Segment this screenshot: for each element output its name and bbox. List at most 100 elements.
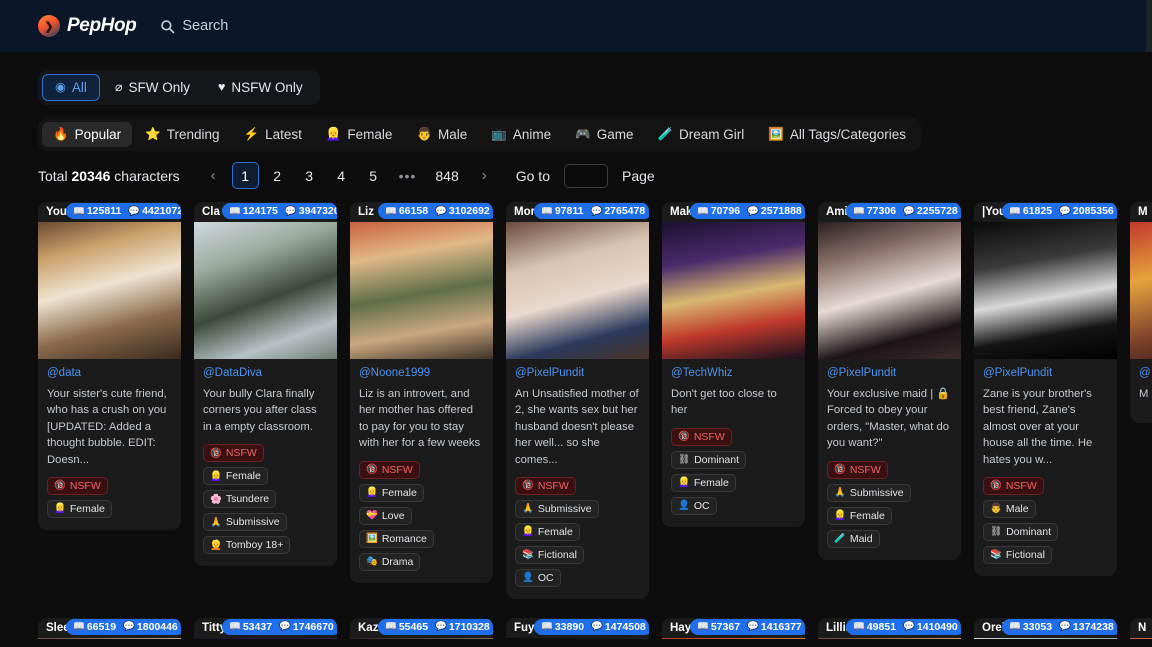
category-tab-anime[interactable]: 📺 Anime xyxy=(480,122,562,147)
character-avatar[interactable] xyxy=(1130,222,1152,359)
chats-icon: 💬 xyxy=(903,205,915,217)
character-card[interactable]: Cla 📖 124175 💬 3947320 @DataDiva Your bully Cl… xyxy=(194,202,337,567)
safety-filter-all[interactable]: ◉ All xyxy=(42,74,100,101)
views-icon: 📖 xyxy=(853,205,865,217)
character-avatar[interactable] xyxy=(506,637,649,639)
character-card[interactable]: N xyxy=(1130,617,1152,639)
character-card[interactable]: Orel 📖 33053 💬 1374238 xyxy=(974,617,1117,639)
tag-nsfw[interactable]: 🔞 NSFW xyxy=(671,427,732,446)
tag-female[interactable]: 👱‍♀️ Female xyxy=(359,483,424,502)
anime-icon: 📺 xyxy=(491,127,507,142)
creator-handle[interactable]: @DataDiva xyxy=(203,367,328,379)
views-count: 70796 xyxy=(710,205,741,217)
all-tags-icon: 🖼️ xyxy=(768,127,784,142)
tag-female[interactable]: 👱‍♀️ Female xyxy=(515,522,580,541)
creator-handle[interactable]: @Noone1999 xyxy=(359,367,484,379)
character-card[interactable]: Lillia 📖 49851 💬 1410490 xyxy=(818,617,961,639)
tag-nsfw[interactable]: 🔞 NSFW xyxy=(47,476,108,495)
character-card[interactable]: Kazu 📖 55465 💬 1710328 xyxy=(350,617,493,639)
category-tab-all-tags-categories[interactable]: 🖼️ All Tags/Categories xyxy=(757,122,917,147)
character-avatar[interactable] xyxy=(194,637,337,639)
page-button-4[interactable]: 4 xyxy=(328,162,355,189)
tag-label: NSFW xyxy=(225,447,257,460)
character-card[interactable]: You 📖 125811 💬 4421072 @data Your sister's cut… xyxy=(38,202,181,530)
character-avatar[interactable] xyxy=(350,637,493,639)
prev-page-button[interactable]: ‹ xyxy=(200,162,227,189)
creator-handle[interactable]: @PixelPundit xyxy=(983,367,1108,379)
character-card[interactable]: Liz 📖 66158 💬 3102692 @Noone1999 Liz is an int… xyxy=(350,202,493,583)
search-button[interactable]: Search xyxy=(160,18,228,34)
tag-female[interactable]: 👱‍♀️ Female xyxy=(47,499,112,518)
next-page-button[interactable]: › xyxy=(471,162,498,189)
creator-handle[interactable]: @data xyxy=(47,367,172,379)
tag-oc[interactable]: 👤 OC xyxy=(671,496,717,515)
tag-submissive[interactable]: 🙏 Submissive xyxy=(827,483,911,502)
tag-oc[interactable]: 👤 OC xyxy=(515,568,561,587)
character-avatar[interactable] xyxy=(974,222,1117,359)
page-button-2[interactable]: 2 xyxy=(264,162,291,189)
character-name: Liz xyxy=(358,206,374,218)
creator-handle[interactable]: @PixelPundit xyxy=(827,367,952,379)
tag-dominant[interactable]: ⛓ Dominant xyxy=(671,450,747,469)
character-avatar[interactable] xyxy=(38,222,181,359)
page-button-5[interactable]: 5 xyxy=(360,162,387,189)
character-avatar[interactable] xyxy=(350,222,493,359)
character-card[interactable]: Mori 📖 97811 💬 2765478 @PixelPundit An Unsatis… xyxy=(506,202,649,599)
character-card[interactable]: |You 📖 61825 💬 2085356 @PixelPundit Zane is yo… xyxy=(974,202,1117,576)
character-avatar[interactable] xyxy=(506,222,649,359)
character-avatar[interactable] xyxy=(974,637,1117,639)
creator-handle[interactable]: @ xyxy=(1139,367,1152,379)
tag-nsfw[interactable]: 🔞 NSFW xyxy=(827,460,888,479)
character-card[interactable]: M @ M b t i c xyxy=(1130,202,1152,424)
character-avatar[interactable] xyxy=(1130,637,1152,639)
tag-nsfw[interactable]: 🔞 NSFW xyxy=(983,476,1044,495)
page-button-1[interactable]: 1 xyxy=(231,162,259,189)
category-tab-male[interactable]: 👨 Male xyxy=(405,122,478,147)
character-avatar[interactable] xyxy=(38,637,181,639)
character-avatar[interactable] xyxy=(662,637,805,639)
tag-nsfw[interactable]: 🔞 NSFW xyxy=(203,444,264,463)
character-card[interactable]: Fuyu 📖 33890 💬 1474508 xyxy=(506,617,649,639)
page-scrollbar[interactable] xyxy=(1146,0,1152,52)
tag-nsfw[interactable]: 🔞 NSFW xyxy=(359,460,420,479)
tag-drama[interactable]: 🎭 Drama xyxy=(359,552,421,571)
character-card[interactable]: Titty 📖 53437 💬 1746670 xyxy=(194,617,337,639)
goto-page-input[interactable] xyxy=(563,163,608,188)
tag-female[interactable]: 👱‍♀️ Female xyxy=(671,473,736,492)
character-card[interactable]: Ami 📖 77306 💬 2255728 @PixelPundit Your exclus… xyxy=(818,202,961,560)
tag-fictional[interactable]: 📚 Fictional xyxy=(515,545,584,564)
brand-logo-group[interactable]: ❯ PepHop xyxy=(38,15,137,37)
tag-dominant[interactable]: ⛓ Dominant xyxy=(983,522,1059,541)
creator-handle[interactable]: @TechWhiz xyxy=(671,367,796,379)
character-avatar[interactable] xyxy=(194,222,337,359)
last-page-button[interactable]: 848 xyxy=(428,162,465,189)
tag-fictional[interactable]: 📚 Fictional xyxy=(983,545,1052,564)
character-avatar[interactable] xyxy=(662,222,805,359)
category-tab-trending[interactable]: ⭐ Trending xyxy=(134,122,230,147)
tag-submissive[interactable]: 🙏 Submissive xyxy=(203,513,287,532)
character-avatar[interactable] xyxy=(818,637,961,639)
category-tab-popular[interactable]: 🔥 Popular xyxy=(42,122,133,147)
tag-love[interactable]: 💝 Love xyxy=(359,506,412,525)
tag-submissive[interactable]: 🙏 Submissive xyxy=(515,499,599,518)
tag-tsundere[interactable]: 🌸 Tsundere xyxy=(203,490,277,509)
tag-tomboy-18-[interactable]: 👱 Tomboy 18+ xyxy=(203,536,291,555)
category-tab-dream-girl[interactable]: 🧪 Dream Girl xyxy=(646,122,755,147)
character-avatar[interactable] xyxy=(818,222,961,359)
tag-nsfw[interactable]: 🔞 NSFW xyxy=(515,476,576,495)
safety-filter-nsfw-only[interactable]: ♥ NSFW Only xyxy=(205,74,316,101)
category-tab-latest[interactable]: ⚡ Latest xyxy=(232,122,312,147)
tag-female[interactable]: 👱‍♀️ Female xyxy=(827,506,892,525)
tag-male[interactable]: 👨 Male xyxy=(983,499,1036,518)
character-card[interactable]: Slee 📖 66519 💬 1800446 xyxy=(38,617,181,639)
safety-filter-sfw-only[interactable]: ⌀ SFW Only xyxy=(102,74,203,101)
category-tab-female[interactable]: 👱‍♀️ Female xyxy=(315,122,404,147)
tag-maid[interactable]: 🧪 Maid xyxy=(827,529,880,548)
character-card[interactable]: Haya 📖 57367 💬 1416377 xyxy=(662,617,805,639)
tag-romance[interactable]: 🖼️ Romance xyxy=(359,529,434,548)
page-button-3[interactable]: 3 xyxy=(296,162,323,189)
category-tab-game[interactable]: 🎮 Game xyxy=(564,122,644,147)
creator-handle[interactable]: @PixelPundit xyxy=(515,367,640,379)
character-card[interactable]: Mak 📖 70796 💬 2571888 @TechWhiz Don't get too … xyxy=(662,202,805,527)
tag-female[interactable]: 👱‍♀️ Female xyxy=(203,467,268,486)
